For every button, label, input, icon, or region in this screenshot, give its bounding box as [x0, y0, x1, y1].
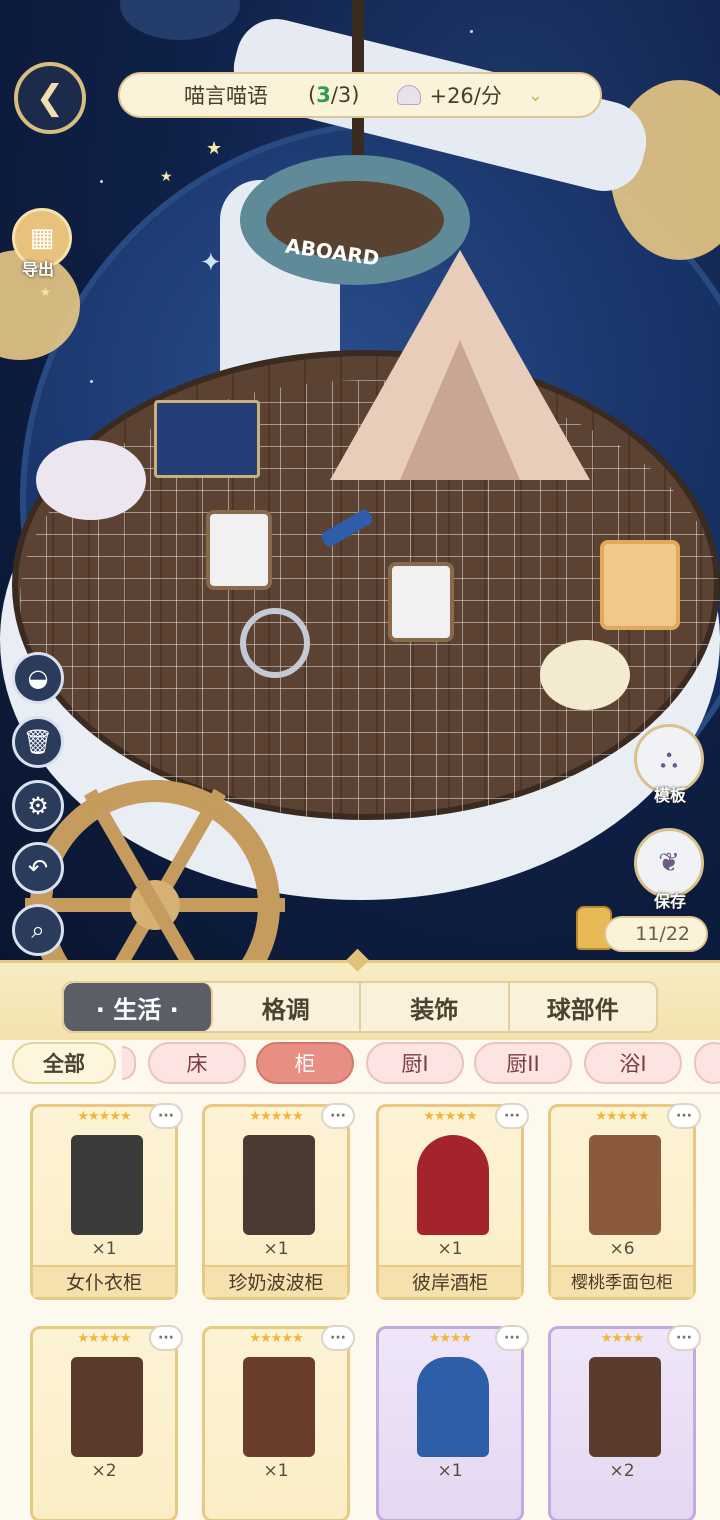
dessert-table[interactable] — [540, 640, 630, 710]
search-icon: ⌕ — [31, 916, 45, 944]
wardrobe-icon — [71, 1135, 143, 1235]
more-options-button[interactable]: ··· — [149, 1325, 183, 1351]
separator — [0, 1092, 720, 1094]
item-quantity: ×1 — [263, 1239, 289, 1259]
filter-divider — [122, 1046, 136, 1080]
tab-decor[interactable]: 装饰 — [361, 983, 510, 1031]
item-card[interactable]: ★★★★★ ··· ×6 樱桃季面包柜 — [548, 1103, 701, 1300]
sky-dot — [470, 30, 473, 33]
item-quantity: ×2 — [609, 1461, 635, 1481]
item-name: 女仆衣柜 — [33, 1265, 175, 1297]
room-title: 喵言喵语 — [184, 84, 268, 108]
more-options-button[interactable]: ··· — [321, 1325, 355, 1351]
bread-cabinet-icon — [589, 1135, 661, 1235]
chevron-down-icon[interactable]: ⌄ — [528, 85, 543, 106]
tea-table[interactable] — [36, 440, 146, 520]
star-icon: ★ — [40, 285, 51, 299]
item-card[interactable]: ★★★★★ ··· ×1 女仆衣柜 — [30, 1103, 183, 1300]
filter-more[interactable] — [694, 1042, 720, 1084]
export-label: 导出 — [22, 260, 55, 279]
tree-shelf-icon — [589, 1357, 661, 1457]
filter-bath-1[interactable]: 浴I — [584, 1042, 682, 1084]
filter-kitchen-1[interactable]: 厨I — [366, 1042, 464, 1084]
sky-dot — [100, 180, 103, 183]
back-arrow-icon: ❮ — [35, 78, 65, 118]
filter-all[interactable]: 全部 — [12, 1042, 116, 1084]
item-quantity: ×1 — [263, 1461, 289, 1481]
item-quantity: ×6 — [609, 1239, 635, 1259]
hide-ui-button[interactable]: ◒ — [12, 652, 64, 704]
star-icon: ✦ — [200, 248, 222, 278]
drawer-cabinet-icon — [243, 1357, 315, 1457]
item-grid: ★★★★★ ··· ×1 女仆衣柜 ★★★★★ ··· ×1 珍奶波波柜 ★★★… — [0, 1100, 720, 1520]
deck-chair[interactable] — [388, 562, 454, 642]
panel-header: ◆ · 生活 · 格调 装饰 球部件 — [0, 941, 720, 1040]
save-label: 保存 — [653, 892, 686, 911]
item-name: 樱桃季面包柜 — [551, 1265, 693, 1297]
clear-button[interactable]: 🗑 — [12, 716, 64, 768]
sky-dot — [90, 380, 93, 383]
search-button[interactable]: ⌕ — [12, 904, 64, 956]
trash-icon: 🗑 — [22, 728, 54, 756]
more-options-button[interactable]: ··· — [667, 1325, 701, 1351]
more-options-button[interactable]: ··· — [495, 1325, 529, 1351]
tab-style[interactable]: 格调 — [213, 983, 361, 1031]
filter-cabinet[interactable]: 柜 — [256, 1042, 354, 1084]
small-wheel[interactable] — [240, 608, 310, 678]
ornament-icon: ◆ — [346, 941, 370, 976]
furniture-panel: ◆ · 生活 · 格调 装饰 球部件 全部 床 柜 厨I 厨II 浴I ★★★★… — [0, 941, 720, 1520]
item-name: 珍奶波波柜 — [205, 1265, 347, 1297]
item-card[interactable]: ★★★★ ··· ×1 — [376, 1325, 529, 1520]
gear-icon: ⚙ — [27, 792, 49, 820]
capacity-counter: 11/22 — [604, 916, 708, 952]
more-options-button[interactable]: ··· — [149, 1103, 183, 1129]
undo-button[interactable]: ↶ — [12, 842, 64, 894]
item-quantity: ×2 — [91, 1461, 117, 1481]
item-quantity: ×1 — [91, 1239, 117, 1259]
category-tabs: · 生活 · 格调 装饰 球部件 — [62, 981, 658, 1033]
subcategory-filters: 全部 床 柜 厨I 厨II 浴I — [0, 1042, 720, 1094]
undo-icon: ↶ — [27, 854, 49, 882]
item-card[interactable]: ★★★★★ ··· ×1 — [202, 1325, 355, 1520]
qr-code-icon: ▦ — [29, 223, 55, 253]
anchor-chest[interactable] — [154, 400, 260, 478]
room-title-bar: 喵言喵语 (3/3) +26/分 ⌄ — [118, 72, 602, 118]
room-progress: (3/3) — [308, 83, 360, 107]
filter-kitchen-2[interactable]: 厨II — [474, 1042, 572, 1084]
star-icon: ★ — [206, 138, 223, 159]
leaf-icon: ❦ — [658, 848, 680, 878]
star-icon: ★ — [160, 169, 173, 185]
settings-button[interactable]: ⚙ — [12, 780, 64, 832]
blue-wardrobe-icon — [417, 1357, 489, 1457]
more-options-button[interactable]: ··· — [667, 1103, 701, 1129]
template-label: 模板 — [653, 786, 686, 805]
room-scene[interactable]: ★ ✦ ★ ★ ★ ★ ABOARD — [0, 0, 720, 975]
deck-chair[interactable] — [206, 510, 272, 590]
item-name: 彼岸酒柜 — [379, 1265, 521, 1297]
back-button[interactable]: ❮ — [14, 62, 86, 134]
tab-life[interactable]: · 生活 · — [64, 983, 213, 1031]
sofa-icon: ⛬ — [659, 743, 679, 774]
shelf-icon — [243, 1135, 315, 1235]
item-card[interactable]: ★★★★★ ··· ×1 珍奶波波柜 — [202, 1103, 355, 1300]
eye-icon: ◒ — [27, 664, 49, 692]
armchair[interactable] — [600, 540, 680, 630]
income-rate: +26/分 — [429, 84, 502, 108]
item-card[interactable]: ★★★★★ ··· ×1 彼岸酒柜 — [376, 1103, 529, 1300]
item-card[interactable]: ★★★★★ ··· ×2 — [30, 1325, 183, 1520]
more-options-button[interactable]: ··· — [321, 1103, 355, 1129]
item-card[interactable]: ★★★★ ··· ×2 — [548, 1325, 701, 1520]
filter-bed[interactable]: 床 — [148, 1042, 246, 1084]
shell-currency-icon — [397, 85, 422, 105]
dessert-cabinet-icon — [71, 1357, 143, 1457]
tab-globe-parts[interactable]: 球部件 — [510, 983, 657, 1031]
more-options-button[interactable]: ··· — [495, 1103, 529, 1129]
item-quantity: ×1 — [437, 1461, 463, 1481]
wine-cabinet-icon — [417, 1135, 489, 1235]
cloud-top — [120, 0, 240, 40]
item-quantity: ×1 — [437, 1239, 463, 1259]
